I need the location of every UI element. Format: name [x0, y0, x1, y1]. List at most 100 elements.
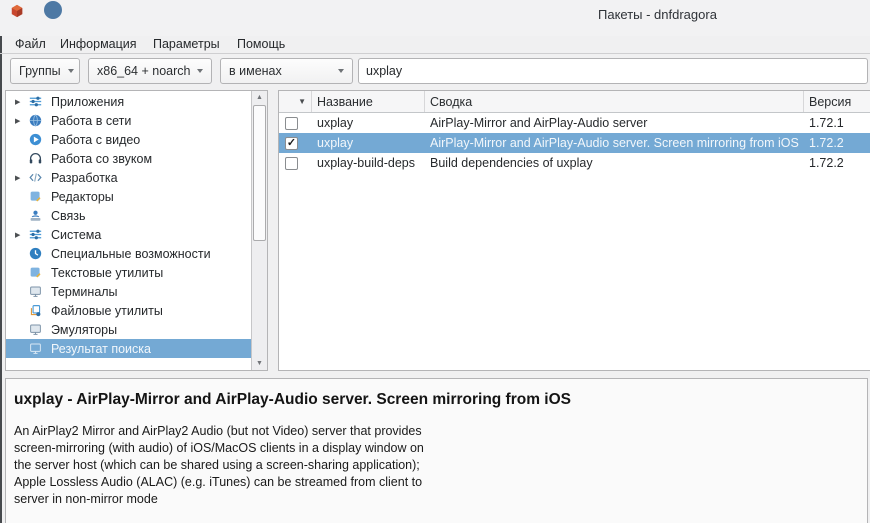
expand-arrow-icon[interactable]: ▶ [13, 231, 29, 239]
expand-arrow-icon[interactable]: ▶ [13, 174, 29, 182]
play-circle-icon [29, 133, 44, 146]
sidebar-item[interactable]: Эмуляторы [6, 320, 251, 339]
package-summary-cell: Build dependencies of uxplay [425, 156, 804, 170]
dnfdragora-app-icon [10, 4, 24, 18]
window-title: Пакеты - dnfdragora [598, 7, 717, 22]
table-row[interactable]: ✓ uxplayAirPlay-Mirror and AirPlay-Audio … [279, 133, 870, 153]
menu-help[interactable]: Помощь [237, 37, 285, 51]
table-header: ▼ Название Сводка Версия [279, 91, 870, 113]
sidebar-item-label: Приложения [51, 95, 124, 109]
sidebar-item-label: Эмуляторы [51, 323, 117, 337]
package-name-cell: uxplay [312, 116, 425, 130]
chevron-down-icon [68, 69, 74, 73]
package-checkbox[interactable] [285, 117, 298, 130]
sidebar-item-label: Работа с видео [51, 133, 140, 147]
package-version-cell: 1.72.2 [804, 136, 870, 150]
menubar: Файл Информация Параметры Помощь [0, 36, 870, 54]
communication-icon [29, 209, 44, 222]
sliders-icon [29, 95, 44, 108]
sliders-icon [29, 228, 44, 241]
sidebar-item[interactable]: ▶ Разработка [6, 168, 251, 187]
headphones-icon [29, 152, 44, 165]
sidebar-item[interactable]: Специальные возможности [6, 244, 251, 263]
groups-panel: ▶ Приложения ▶ Работа в сети Работа с видео Р… [5, 90, 268, 371]
header-select-column[interactable]: ▼ [279, 91, 312, 112]
package-summary-cell: AirPlay-Mirror and AirPlay-Audio server [425, 116, 804, 130]
dnfdragora-window: Пакеты - dnfdragora Файл Информация Пара… [0, 0, 870, 523]
sidebar-item[interactable]: ▶ Приложения [6, 92, 251, 111]
sidebar-item-label: Система [51, 228, 101, 242]
sidebar-item-label: Терминалы [51, 285, 118, 299]
sidebar-item[interactable]: Работа со звуком [6, 149, 251, 168]
sort-indicator-icon: ▼ [298, 97, 306, 106]
expand-arrow-icon[interactable]: ▶ [13, 117, 29, 125]
sidebar-item[interactable]: Связь [6, 206, 251, 225]
menu-information[interactable]: Информация [60, 37, 137, 51]
select-cell [279, 157, 312, 170]
sidebar-item[interactable]: Результат поиска [6, 339, 251, 358]
sidebar-item-label: Связь [51, 209, 86, 223]
table-row[interactable]: uxplay-build-depsBuild dependencies of u… [279, 153, 870, 173]
sidebar-item-label: Редакторы [51, 190, 114, 204]
chevron-down-icon [197, 69, 203, 73]
package-checkbox[interactable]: ✓ [285, 137, 298, 150]
sidebar-scrollbar[interactable]: ▲ ▼ [251, 91, 267, 370]
sidebar-item[interactable]: ▶ Работа в сети [6, 111, 251, 130]
sidebar-item[interactable]: ▶ Система [6, 225, 251, 244]
monitor-icon [29, 285, 44, 298]
header-summary[interactable]: Сводка [425, 91, 804, 112]
scroll-up-icon[interactable]: ▲ [252, 91, 267, 104]
chevron-down-icon [338, 69, 344, 73]
files-icon [29, 304, 44, 317]
scrollbar-thumb[interactable] [253, 105, 266, 241]
select-cell [279, 117, 312, 130]
menu-options[interactable]: Параметры [153, 37, 220, 51]
sidebar-item[interactable]: Терминалы [6, 282, 251, 301]
titlebar: Пакеты - dnfdragora [0, 0, 870, 36]
header-name[interactable]: Название [312, 91, 425, 112]
taskbar-circle-icon [44, 1, 62, 19]
group-filter-dropdown[interactable]: Группы [10, 58, 80, 84]
sidebar-item-label: Работа со звуком [51, 152, 152, 166]
monitor-icon [29, 323, 44, 336]
sidebar-tree: ▶ Приложения ▶ Работа в сети Работа с видео Р… [6, 92, 251, 358]
sidebar-item-label: Файловые утилиты [51, 304, 163, 318]
sidebar-item[interactable]: Текстовые утилиты [6, 263, 251, 282]
details-title: uxplay - AirPlay-Mirror and AirPlay-Audi… [14, 391, 857, 409]
note-icon [29, 190, 44, 203]
table-row[interactable]: uxplayAirPlay-Mirror and AirPlay-Audio s… [279, 113, 870, 133]
header-version[interactable]: Версия [804, 91, 870, 112]
sidebar-item[interactable]: Файловые утилиты [6, 301, 251, 320]
select-cell: ✓ [279, 137, 312, 150]
code-icon [29, 171, 44, 184]
sidebar-item-label: Разработка [51, 171, 118, 185]
search-scope-dropdown[interactable]: в именах [220, 58, 353, 84]
sidebar-item-label: Текстовые утилиты [51, 266, 163, 280]
package-details-panel: uxplay - AirPlay-Mirror and AirPlay-Audi… [5, 378, 868, 523]
monitor-light-icon [29, 342, 44, 355]
package-name-cell: uxplay [312, 136, 425, 150]
arch-filter-dropdown[interactable]: x86_64 + noarch [88, 58, 212, 84]
expand-arrow-icon[interactable]: ▶ [13, 98, 29, 106]
details-description: An AirPlay2 Mirror and AirPlay2 Audio (b… [14, 423, 857, 508]
scroll-down-icon[interactable]: ▼ [252, 357, 267, 370]
sidebar-item[interactable]: Работа с видео [6, 130, 251, 149]
checkmark-icon: ✓ [287, 138, 296, 149]
package-name-cell: uxplay-build-deps [312, 156, 425, 170]
sidebar-item-label: Результат поиска [51, 342, 151, 356]
sidebar-item-label: Работа в сети [51, 114, 131, 128]
package-summary-cell: AirPlay-Mirror and AirPlay-Audio server.… [425, 136, 804, 150]
sidebar-item-label: Специальные возможности [51, 247, 211, 261]
sidebar-item[interactable]: Редакторы [6, 187, 251, 206]
menu-file[interactable]: Файл [15, 37, 46, 51]
package-version-cell: 1.72.1 [804, 116, 870, 130]
note-icon [29, 266, 44, 279]
package-version-cell: 1.72.2 [804, 156, 870, 170]
toolbar: Группы x86_64 + noarch в именах [0, 54, 870, 90]
package-table: ▼ Название Сводка Версия uxplayAirPlay-M… [278, 90, 870, 371]
package-rows: uxplayAirPlay-Mirror and AirPlay-Audio s… [279, 113, 870, 173]
arch-filter-label: x86_64 + noarch [97, 64, 190, 78]
package-checkbox[interactable] [285, 157, 298, 170]
group-filter-label: Группы [19, 64, 61, 78]
search-input[interactable] [358, 58, 868, 84]
